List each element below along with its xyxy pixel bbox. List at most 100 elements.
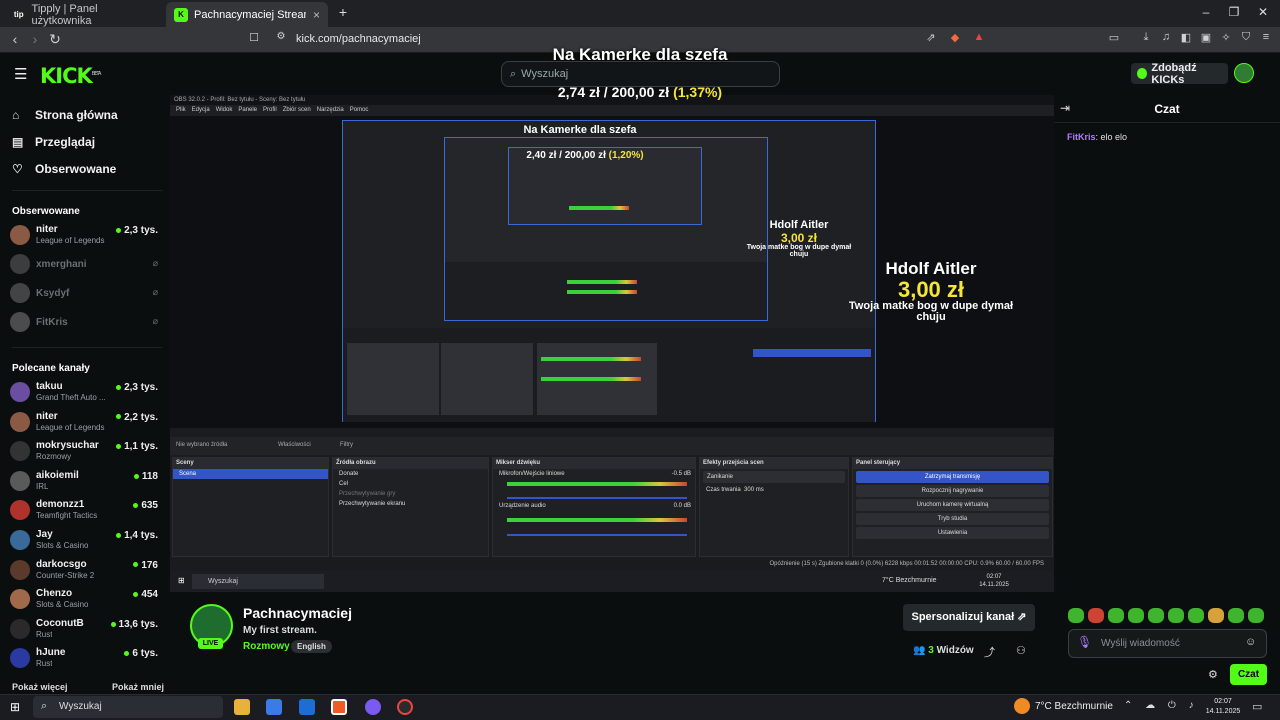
obs-menu-item[interactable]: Panele	[238, 107, 257, 113]
obs-menu-item[interactable]: Narzędzia	[317, 107, 344, 113]
minimize-icon[interactable]: –	[1196, 5, 1216, 19]
language-badge[interactable]: English	[291, 640, 332, 653]
obs-menu-item[interactable]: Plik	[176, 107, 186, 113]
back-icon[interactable]: ‹	[6, 31, 24, 47]
source-item[interactable]: Donate	[333, 469, 488, 479]
new-tab-icon[interactable]: +	[333, 4, 353, 20]
reading-view-icon[interactable]: ◧	[1177, 31, 1195, 44]
chat-settings-gear-icon[interactable]: ⚙	[1208, 668, 1218, 681]
brave-icon[interactable]	[331, 699, 347, 715]
outlook-icon[interactable]	[299, 699, 315, 715]
show-less-button[interactable]: Pokaż mniej	[112, 682, 164, 692]
emote-icon[interactable]	[1088, 608, 1104, 623]
source-item[interactable]: Cel	[333, 479, 488, 489]
tab-tipply[interactable]: tip Tipply | Panel użytkownika	[4, 2, 164, 27]
bookmark-icon[interactable]: ☐	[245, 31, 263, 44]
sidebar-channel-chenzo[interactable]: Chenzo Slots & Casino 454	[10, 586, 160, 614]
start-recording-button[interactable]: Rozpocznij nagrywanie	[856, 485, 1049, 497]
kick-logo[interactable]: KICKBETA	[40, 64, 101, 88]
properties-button[interactable]: Właściwości	[278, 442, 311, 448]
windows-start-icon[interactable]: ⊞	[10, 700, 20, 714]
emoji-picker-icon[interactable]: ☺	[1245, 636, 1256, 648]
taskbar-clock[interactable]: 02:07 14.11.2025	[1205, 697, 1241, 717]
emote-icon[interactable]	[1208, 608, 1224, 623]
sidebar-toggle-icon[interactable]: ▭	[1105, 31, 1123, 44]
obs-menu-item[interactable]: Widok	[216, 107, 233, 113]
notifications-icon[interactable]: ▭	[1252, 700, 1262, 713]
share-page-icon[interactable]: ⇗	[922, 31, 940, 44]
virtual-camera-button[interactable]: Uruchom kamerę wirtualną	[856, 499, 1049, 511]
duration-value[interactable]: 300 ms	[744, 487, 764, 493]
emote-icon[interactable]	[1148, 608, 1164, 623]
source-item[interactable]: Przechwytywanie ekranu	[333, 499, 488, 509]
close-window-icon[interactable]: ✕	[1253, 5, 1273, 19]
sidebar-channel-demonzz1[interactable]: demonzz1 Teamfight Tactics 635	[10, 497, 160, 525]
chat-username[interactable]: FitKris	[1067, 132, 1096, 142]
emote-icon[interactable]	[1168, 608, 1184, 623]
sidebar-channel-aikoiemil[interactable]: aikoiemil IRL 118	[10, 468, 160, 496]
filters-button[interactable]: Filtry	[340, 442, 353, 448]
scene-item[interactable]: Scena	[173, 469, 328, 479]
brave-rewards-icon[interactable]: ▲	[970, 31, 988, 43]
emote-icon[interactable]	[1128, 608, 1144, 623]
wallet-icon[interactable]: ▣	[1197, 31, 1215, 44]
vpn-icon[interactable]: ⛉	[1237, 31, 1255, 44]
emote-icon[interactable]	[1248, 608, 1264, 623]
user-options-icon[interactable]: ⚇	[1016, 644, 1026, 657]
hamburger-menu-icon[interactable]: ☰	[14, 65, 27, 83]
url-field[interactable]: kick.com/pachnacymaciej	[296, 33, 421, 45]
obs-menu-item[interactable]: Zbiór scen	[283, 107, 311, 113]
brave-shield-icon[interactable]: ◆	[946, 31, 964, 44]
sidebar-channel-jay[interactable]: Jay Slots & Casino 1,4 tys.	[10, 527, 160, 555]
chat-input[interactable]: Wyślij wiadomość	[1068, 629, 1267, 658]
emote-icon[interactable]	[1068, 608, 1084, 623]
get-kicks-button[interactable]: Zdobądź KICKs	[1131, 62, 1228, 86]
sidebar-channel-xmerghani[interactable]: xmerghani ⌀	[10, 251, 160, 279]
send-chat-button[interactable]: Czat	[1230, 664, 1267, 685]
sidebar-channel-niter[interactable]: niter League of Legends 2,2 tys.	[10, 409, 160, 437]
menu-icon[interactable]: ≡	[1257, 31, 1275, 43]
sidebar-channel-niter[interactable]: niter League of Legends 2,3 tys.	[10, 222, 160, 250]
downloads-icon[interactable]: ⤓	[1137, 31, 1155, 44]
obs-menu-item[interactable]: Edycja	[192, 107, 210, 113]
site-info-icon[interactable]: ⚙	[272, 31, 290, 42]
tab-kick[interactable]: K Pachnacymaciej Stream - Wa... ×	[166, 2, 328, 27]
close-tab-icon[interactable]: ×	[313, 8, 320, 22]
obs-menu-item[interactable]: Pomoc	[350, 107, 369, 113]
share-icon[interactable]: ⤴	[984, 644, 995, 660]
system-tray[interactable]: ⌃ ☁ ⏻ ♪	[1124, 700, 1199, 711]
sidebar-item-browse[interactable]: ▤ Przeglądaj	[12, 135, 95, 149]
sidebar-channel-fitkris[interactable]: FitKris ⌀	[10, 309, 160, 337]
mixer-slider-1[interactable]	[507, 497, 687, 499]
user-avatar[interactable]	[1234, 63, 1254, 83]
file-explorer-icon[interactable]	[234, 699, 250, 715]
stop-stream-button[interactable]: Zatrzymaj transmisję	[856, 471, 1049, 483]
sidebar-item-following[interactable]: ♡ Obserwowane	[12, 162, 116, 176]
sidebar-channel-mokrysuchar[interactable]: mokrysuchar Rozmowy 1,1 tys.	[10, 438, 160, 466]
obs-menu-item[interactable]: Profil	[263, 107, 277, 113]
sidebar-channel-darkocsgo[interactable]: darkocsgo Counter-Strike 2 176	[10, 557, 160, 585]
emote-icon[interactable]	[1228, 608, 1244, 623]
sidebar-item-home[interactable]: ⌂ Strona główna	[12, 108, 118, 122]
reload-icon[interactable]: ↻	[46, 31, 64, 48]
customize-channel-button[interactable]: Spersonalizuj kanał ⇗	[903, 604, 1035, 631]
sidebar-channel-takuu[interactable]: takuu Grand Theft Auto ... 2,3 tys.	[10, 379, 160, 407]
stream-category[interactable]: Rozmowy	[243, 641, 290, 652]
studio-mode-button[interactable]: Tryb studia	[856, 513, 1049, 525]
taskbar-search[interactable]: Wyszukaj	[33, 696, 223, 718]
maximize-icon[interactable]: ❐	[1224, 5, 1244, 19]
store-icon[interactable]	[266, 699, 282, 715]
ai-icon[interactable]: ✧	[1217, 31, 1235, 44]
source-item[interactable]: Przechwytywanie gry	[333, 489, 488, 499]
transition-type-select[interactable]: Zanikanie	[703, 471, 845, 483]
microphone-icon[interactable]: 🎙	[1077, 635, 1092, 649]
obs-taskbar-icon[interactable]	[397, 699, 413, 715]
forward-icon[interactable]: ›	[26, 31, 44, 47]
show-more-button[interactable]: Pokaż więcej	[12, 682, 68, 692]
mixer-slider-2[interactable]	[507, 534, 687, 536]
sidebar-channel-coconutb[interactable]: CoconutB Rust 13,6 tys.	[10, 616, 160, 644]
media-icon[interactable]: ♫	[1157, 31, 1175, 43]
taskbar-weather[interactable]: 7°C Bezchmurnie	[1035, 701, 1113, 712]
settings-button[interactable]: Ustawienia	[856, 527, 1049, 539]
emote-icon[interactable]	[1188, 608, 1204, 623]
